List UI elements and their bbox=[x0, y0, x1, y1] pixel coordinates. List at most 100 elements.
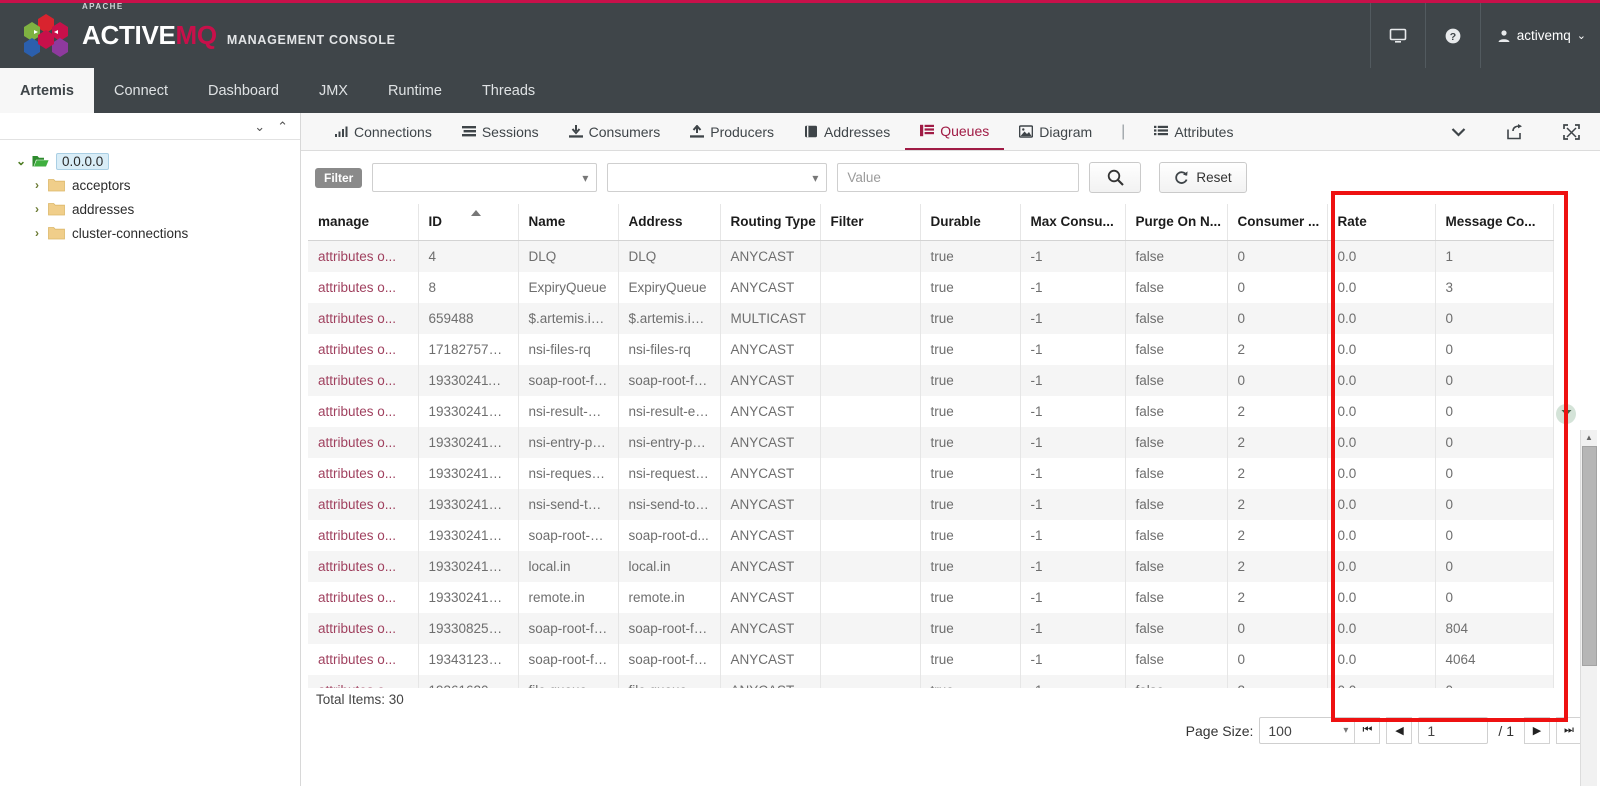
cell-manage[interactable]: attributes o... bbox=[308, 612, 419, 644]
tab-sessions[interactable]: Sessions bbox=[447, 113, 554, 150]
page-number-input[interactable] bbox=[1418, 717, 1489, 744]
more-tabs-chevron-icon[interactable] bbox=[1431, 113, 1486, 150]
tree-node-addresses[interactable]: › addresses bbox=[0, 197, 300, 221]
cell-manage[interactable]: attributes o... bbox=[308, 519, 419, 551]
table-row[interactable]: attributes o... 19330241176 soap-root-fz..… bbox=[308, 364, 1554, 396]
previous-page-button[interactable]: ◀ bbox=[1386, 717, 1413, 744]
cell-rate: 0.0 bbox=[1327, 240, 1436, 272]
cell-purge-on-no: false bbox=[1125, 426, 1228, 458]
column-header-purge-on-no-consumers[interactable]: Purge On N... bbox=[1125, 204, 1228, 241]
tab-diagram[interactable]: Diagram bbox=[1004, 113, 1107, 150]
page-size-input[interactable] bbox=[1259, 717, 1360, 744]
cell-durable: true bbox=[920, 643, 1021, 675]
nav-item-jmx[interactable]: JMX bbox=[299, 68, 368, 113]
brand-console-label: MANAGEMENT CONSOLE bbox=[226, 33, 396, 47]
table-row[interactable]: attributes o... 17182757443 nsi-files-rq ns… bbox=[308, 333, 1554, 365]
cell-manage[interactable]: attributes o... bbox=[308, 643, 419, 675]
table-row[interactable]: attributes o... 19330241290 soap-root-d...… bbox=[308, 519, 1554, 551]
scrollbar-thumb[interactable] bbox=[1582, 446, 1597, 666]
table-row[interactable]: attributes o... 19330241322 local.in local.… bbox=[308, 550, 1554, 582]
cell-manage[interactable]: attributes o... bbox=[308, 426, 419, 458]
next-page-button[interactable]: ▶ bbox=[1524, 717, 1550, 744]
nav-item-dashboard[interactable]: Dashboard bbox=[188, 68, 299, 113]
last-page-button[interactable]: ⏭ bbox=[1556, 717, 1582, 744]
queues-header-row: manage ID Name Address Routing Type Filt… bbox=[308, 204, 1554, 241]
chevron-right-icon[interactable]: › bbox=[26, 202, 48, 216]
filter-operator-select[interactable]: ▾ bbox=[607, 163, 828, 192]
tree-node-acceptors[interactable]: › acceptors bbox=[0, 173, 300, 197]
table-row[interactable]: attributes o... 19330241267 nsi-send-to-..… bbox=[308, 488, 1554, 520]
table-row[interactable]: attributes o... 19330241260 nsi-request-..… bbox=[308, 457, 1554, 489]
tab-connections[interactable]: Connections bbox=[319, 113, 447, 150]
grid-column-filter-icon[interactable] bbox=[1556, 404, 1576, 424]
tab-producers[interactable]: Producers bbox=[675, 113, 789, 150]
table-row[interactable]: attributes o... 19330241246 nsi-result-en.… bbox=[308, 395, 1554, 427]
cell-manage[interactable]: attributes o... bbox=[308, 302, 419, 334]
expand-all-icon[interactable]: ⌃ bbox=[277, 120, 288, 133]
cell-manage[interactable]: attributes o... bbox=[308, 550, 419, 582]
cell-consumer-count: 2 bbox=[1227, 395, 1328, 427]
table-row[interactable]: attributes o... 19343123418 soap-root-fz..… bbox=[308, 643, 1554, 675]
tab-attributes[interactable]: Attributes bbox=[1139, 113, 1248, 150]
search-button[interactable] bbox=[1089, 162, 1142, 193]
table-row[interactable]: attributes o... 659488 $.artemis.int... $.a… bbox=[308, 302, 1554, 334]
table-vertical-scrollbar[interactable]: ▲ ▼ bbox=[1580, 430, 1597, 786]
share-icon[interactable] bbox=[1486, 113, 1543, 150]
cell-manage[interactable]: attributes o... bbox=[308, 364, 419, 396]
cell-manage[interactable]: attributes o... bbox=[308, 333, 419, 365]
nav-item-threads[interactable]: Threads bbox=[462, 68, 555, 113]
scroll-up-icon[interactable]: ▲ bbox=[1581, 430, 1597, 445]
table-row[interactable]: attributes o... 19330825105 soap-root-fz..… bbox=[308, 612, 1554, 644]
cell-manage[interactable]: attributes o... bbox=[308, 271, 419, 303]
cell-manage[interactable]: attributes o... bbox=[308, 457, 419, 489]
table-row[interactable]: attributes o... 19330241253 nsi-entry-poi.… bbox=[308, 426, 1554, 458]
cell-max-consumers: -1 bbox=[1020, 519, 1126, 551]
filter-value-input[interactable] bbox=[837, 163, 1080, 192]
brand-logo[interactable]: APACHE ACTIVE MQ MANAGEMENT CONSOLE bbox=[0, 2, 396, 60]
fullscreen-icon[interactable] bbox=[1543, 113, 1600, 150]
column-header-rate[interactable]: Rate bbox=[1327, 204, 1436, 241]
collapse-all-icon[interactable]: ⌄ bbox=[254, 120, 265, 133]
tab-addresses[interactable]: Addresses bbox=[789, 113, 905, 150]
tab-queues[interactable]: Queues bbox=[905, 113, 1005, 150]
column-header-address[interactable]: Address bbox=[618, 204, 721, 241]
column-header-max-consumers[interactable]: Max Consu... bbox=[1020, 204, 1126, 241]
table-row[interactable]: attributes o... 8 ExpiryQueue ExpiryQueue AN… bbox=[308, 271, 1554, 303]
cell-manage[interactable]: attributes o... bbox=[308, 395, 419, 427]
column-header-message-count[interactable]: Message Co... bbox=[1435, 204, 1554, 241]
table-row[interactable]: attributes o... 19330241340 remote.in remot… bbox=[308, 581, 1554, 613]
column-header-manage[interactable]: manage bbox=[308, 204, 419, 241]
chevron-down-icon[interactable]: ⌄ bbox=[10, 154, 32, 168]
first-page-button[interactable]: ⏮ bbox=[1354, 717, 1381, 744]
cell-manage[interactable]: attributes o... bbox=[308, 581, 419, 613]
tab-consumers[interactable]: Consumers bbox=[554, 113, 676, 150]
cell-max-consumers: -1 bbox=[1020, 550, 1126, 582]
column-header-durable[interactable]: Durable bbox=[920, 204, 1021, 241]
screen-icon[interactable] bbox=[1369, 3, 1425, 68]
table-row[interactable]: attributes o... 4 DLQ DLQ ANYCAST true -1 false… bbox=[308, 240, 1554, 272]
column-header-name[interactable]: Name bbox=[518, 204, 619, 241]
column-header-filter[interactable]: Filter bbox=[820, 204, 921, 241]
column-header-consumer-count[interactable]: Consumer ... bbox=[1227, 204, 1328, 241]
chevron-right-icon[interactable]: › bbox=[26, 226, 48, 240]
nav-item-connect[interactable]: Connect bbox=[94, 68, 188, 113]
cell-message-count: 0 bbox=[1435, 674, 1554, 688]
reset-button[interactable]: Reset bbox=[1159, 162, 1247, 193]
column-header-id[interactable]: ID bbox=[418, 204, 519, 241]
tree-node-root[interactable]: ⌄ 0.0.0.0 bbox=[0, 149, 300, 173]
user-menu-button[interactable]: activemq ⌄ bbox=[1479, 3, 1600, 68]
cell-purge-on-no: false bbox=[1125, 240, 1228, 272]
tree-node-cluster-connections[interactable]: › cluster-connections bbox=[0, 221, 300, 245]
cell-manage[interactable]: attributes o... bbox=[308, 240, 419, 272]
filter-field-select[interactable]: ▾ bbox=[372, 163, 598, 192]
masthead: APACHE ACTIVE MQ MANAGEMENT CONSOLE ? ac… bbox=[0, 2, 1600, 68]
column-header-routing-type[interactable]: Routing Type bbox=[720, 204, 821, 241]
cell-manage[interactable]: attributes o... bbox=[308, 674, 419, 688]
nav-item-runtime[interactable]: Runtime bbox=[368, 68, 462, 113]
cell-manage[interactable]: attributes o... bbox=[308, 488, 419, 520]
table-row[interactable]: attributes o...19361620864file.queue.out… bbox=[308, 674, 1554, 688]
nav-item-artemis[interactable]: Artemis bbox=[0, 68, 94, 113]
cell-routing-type: ANYCAST bbox=[720, 674, 821, 688]
help-icon[interactable]: ? bbox=[1424, 3, 1480, 68]
chevron-right-icon[interactable]: › bbox=[26, 178, 48, 192]
